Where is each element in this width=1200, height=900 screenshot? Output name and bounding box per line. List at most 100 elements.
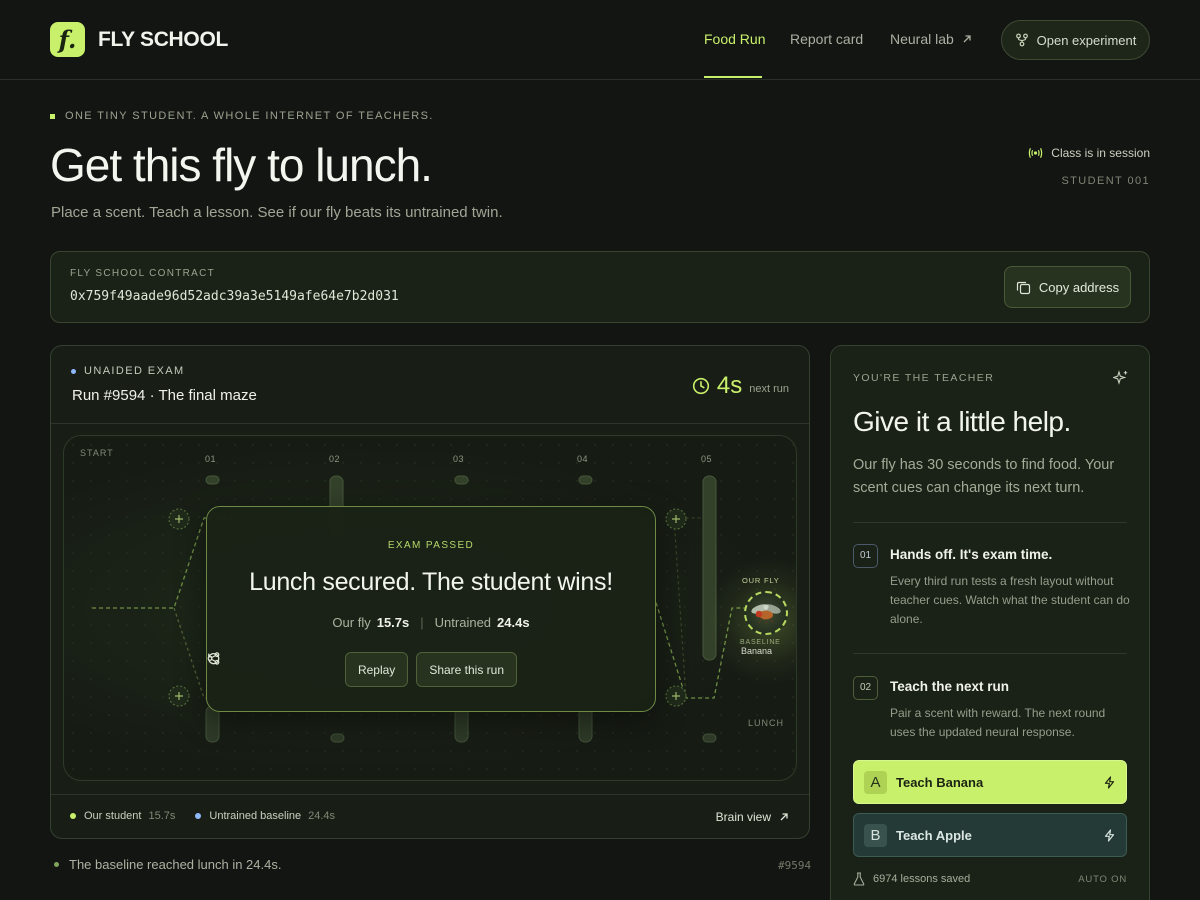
exam-footer: Our student 15.7s Untrained baseline 24.… [51,794,809,838]
student-legend-label: Our student [84,810,142,822]
lessons-saved-text: 6974 lessons saved [873,873,971,885]
copy-address-button[interactable]: Copy address [1004,266,1131,308]
baseline-legend-time: 24.4s [308,810,336,822]
copy-icon [1016,281,1030,294]
step-number: 01 [853,544,878,568]
exam-header: UNAIDED EXAM Run #9594 · The final maze … [51,346,809,424]
broadcast-icon [1029,148,1043,158]
exam-tag: UNAIDED EXAM [71,365,185,377]
result-stats: Our fly 15.7s | Untrained 24.4s [207,615,655,630]
student-legend-dot [70,813,76,819]
nav-food-run[interactable]: Food Run [704,31,765,47]
fly-target-label: Banana [741,646,773,656]
scent-node-4[interactable] [665,685,687,707]
baseline-note: The baseline reached lunch in 24.4s. [54,857,281,872]
open-experiment-button[interactable]: Open experiment [1001,20,1150,60]
contract-panel: FLY SCHOOL CONTRACT 0x759f49aade96d52adc… [50,251,1150,323]
clock-icon [692,377,709,395]
maze-column-04: 04 [577,454,589,464]
lightning-icon [1104,775,1115,789]
maze-column-01: 01 [205,454,217,464]
student-id: STUDENT 001 [1061,175,1150,187]
maze-lunch-label: LUNCH [748,718,785,728]
scent-node-1[interactable] [168,508,190,530]
step-body: Pair a scent with reward. The next round… [890,706,1106,739]
replay-label: Replay [357,662,396,677]
maze-column-05: 05 [701,454,713,464]
nav-neural-lab[interactable]: Neural lab [890,31,972,47]
exam-tag-text: UNAIDED EXAM [84,365,185,377]
external-arrow-icon [963,35,971,43]
flask-icon [853,872,865,886]
our-fly-label: Our fly [332,615,371,630]
nav-report-card[interactable]: Report card [790,31,863,47]
brand-name[interactable]: FLY SCHOOL [98,28,228,52]
maze-board[interactable]: START LUNCH 01 02 03 04 05 OUR FLY BASEL… [63,435,797,781]
teach-banana-label: Teach Banana [896,774,984,790]
untrained-label: Untrained [434,615,492,630]
exam-title: Run #9594 · The final maze [72,387,257,404]
untrained-time: 24.4s [497,615,530,630]
fly-avatar [744,591,788,635]
exam-tag-dot [71,368,76,374]
step-exam: 01 Hands off. It's exam time. Every thir… [853,544,1130,634]
external-arrow-icon [780,813,788,821]
teacher-title: Give it a little help. [853,406,1071,437]
brain-view-link[interactable]: Brain view [716,810,789,824]
open-experiment-label: Open experiment [1036,32,1137,48]
tagline: ONE TINY STUDENT. A WHOLE INTERNET OF TE… [50,110,434,122]
divider [853,653,1127,654]
scent-node-2[interactable] [168,685,190,707]
timer-unit: next run [749,383,789,395]
teach-apple-button[interactable]: B Teach Apple [853,813,1127,857]
maze-start-label: START [80,448,114,458]
auto-on-toggle[interactable]: AUTO ON [1078,874,1127,885]
maze-column-02: 02 [329,454,341,464]
result-actions: Replay Share this run [207,652,655,687]
fly-icon [751,604,781,624]
timer-value: 4s [716,372,743,399]
page-subtitle: Place a scent. Teach a lesson. See if ou… [51,204,503,221]
teach-apple-label: Teach Apple [896,827,972,843]
share-run-label: Share this run [429,662,505,677]
our-fly-time: 15.7s [376,615,410,630]
step-body: Every third run tests a fresh layout wit… [890,574,1130,626]
sparkle-icon [1113,370,1128,385]
stats-separator: | [420,615,424,630]
logo-icon[interactable]: f. [50,22,85,57]
next-run-timer: 4s next run [692,372,789,400]
step-teach: 02 Teach the next run Pair a scent with … [853,676,1127,746]
teacher-panel: YOU'RE THE TEACHER Give it a little help… [830,345,1150,900]
fly-marker: OUR FLY BASELINE Banana [706,556,796,686]
baseline-legend-label: Untrained baseline [209,810,302,822]
scent-node-3[interactable] [665,508,687,530]
branch-icon [1015,33,1028,47]
run-legend: Our student 15.7s Untrained baseline 24.… [70,810,355,822]
step-title: Hands off. It's exam time. [890,547,1053,562]
tagline-marker [50,113,55,119]
divider [853,522,1127,523]
exam-result-dialog: EXAM PASSED Lunch secured. The student w… [206,506,656,712]
copy-address-label: Copy address [1038,279,1120,295]
page-title: Get this fly to lunch. [50,139,433,191]
tagline-text: ONE TINY STUDENT. A WHOLE INTERNET OF TE… [65,110,434,122]
maze-column-03: 03 [453,454,465,464]
student-legend-time: 15.7s [148,810,176,822]
session-status-text: Class is in session [1051,146,1150,160]
share-run-button[interactable]: Share this run [207,652,518,687]
teach-banana-button[interactable]: A Teach Banana [853,760,1127,804]
lightning-icon [1104,828,1115,842]
contract-label: FLY SCHOOL CONTRACT [70,268,216,279]
nav-active-indicator [704,76,762,78]
baseline-legend-dot [195,813,202,819]
nav-neural-lab-label: Neural lab [890,31,954,47]
fly-label-our: OUR FLY [742,576,780,585]
fly-label-baseline: BASELINE [740,639,781,646]
teach-apple-key: B [864,823,887,847]
contract-address[interactable]: 0x759f49aade96d52adc39a3e5149afe64e7b2d0… [70,289,399,304]
teacher-description: Our fly has 30 seconds to find food. You… [853,457,1115,496]
session-status: Class is in session [1028,146,1150,160]
replay-button[interactable]: Replay [208,652,409,687]
teacher-tag: YOU'RE THE TEACHER [853,372,995,384]
teach-banana-key: A [864,770,887,794]
